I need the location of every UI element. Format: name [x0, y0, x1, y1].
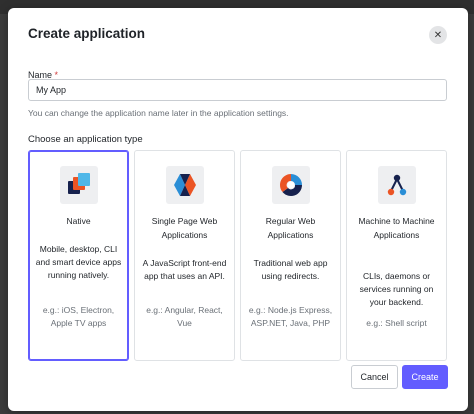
- card-examples: e.g.: iOS, Electron, Apple TV apps: [42, 305, 115, 328]
- cancel-button[interactable]: Cancel: [351, 365, 398, 389]
- card-native[interactable]: Native Mobile, desktop, CLI and smart de…: [28, 150, 129, 361]
- machine-to-machine-icon: [378, 166, 416, 204]
- card-title: Regular Web Applications: [265, 216, 316, 240]
- card-title: Single Page Web Applications: [151, 216, 218, 240]
- name-input[interactable]: [28, 79, 447, 101]
- create-button[interactable]: Create: [402, 365, 448, 389]
- card-title: Machine to Machine Applications: [358, 216, 435, 240]
- card-machine-to-machine-applications[interactable]: Machine to Machine Applications CLIs, da…: [346, 150, 447, 361]
- card-examples: e.g.: Node.js Express, ASP.NET, Java, PH…: [248, 305, 333, 328]
- create-application-dialog: Create application ✕ Name * You can chan…: [8, 8, 468, 411]
- card-examples: e.g.: Shell script: [366, 318, 427, 328]
- card-examples: e.g.: Angular, React, Vue: [146, 305, 223, 328]
- application-type-cards: Native Mobile, desktop, CLI and smart de…: [28, 150, 447, 361]
- card-title: Native: [66, 216, 91, 226]
- card-description: CLIs, daemons or services running on you…: [359, 271, 434, 307]
- card-description: Mobile, desktop, CLI and smart device ap…: [35, 244, 122, 280]
- spa-icon: [166, 166, 204, 204]
- regular-web-app-icon: [272, 166, 310, 204]
- application-type-label: Choose an application type: [28, 134, 143, 145]
- dialog-title: Create application: [28, 26, 146, 41]
- card-description: Traditional web app using redirects.: [253, 258, 328, 281]
- card-single-page-web-applications[interactable]: Single Page Web Applications A JavaScrip…: [134, 150, 235, 361]
- native-app-icon: [60, 166, 98, 204]
- close-icon: ✕: [433, 29, 443, 41]
- name-help-text: You can change the application name late…: [28, 108, 289, 118]
- card-regular-web-applications[interactable]: Regular Web Applications Traditional web…: [240, 150, 341, 361]
- card-description: A JavaScript front-end app that uses an …: [142, 258, 227, 281]
- close-button[interactable]: ✕: [429, 26, 447, 44]
